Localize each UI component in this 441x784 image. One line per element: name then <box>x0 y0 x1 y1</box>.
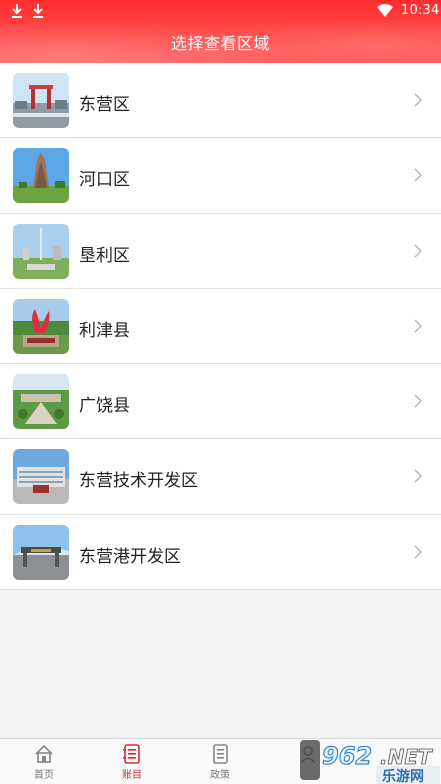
page-title: 选择查看区域 <box>170 34 270 53</box>
site-watermark-logo: 962 .NET 乐游网 <box>300 740 440 784</box>
ledger-icon <box>123 744 140 764</box>
tab-label: 账目 <box>122 770 142 781</box>
chevron-right-icon <box>414 394 422 408</box>
region-thumbnail <box>13 524 69 580</box>
svg-text:乐游网: 乐游网 <box>382 768 424 784</box>
list-item-region[interactable]: 利津县 <box>0 288 441 365</box>
chevron-right-icon <box>414 168 422 182</box>
plaza-photo-icon <box>13 223 69 279</box>
chevron-right-icon <box>414 244 422 258</box>
download-icon <box>12 4 22 18</box>
wifi-icon <box>377 4 393 17</box>
tab-policy[interactable]: 政策 <box>176 739 264 784</box>
home-icon <box>35 744 53 763</box>
region-label: 东营区 <box>79 95 130 115</box>
region-thumbnail <box>13 449 69 505</box>
park-photo-icon <box>13 374 69 430</box>
list-item-region[interactable]: 东营港开发区 <box>0 514 441 591</box>
tab-home[interactable]: 首页 <box>0 739 88 784</box>
status-bar: 10:34 <box>0 0 441 24</box>
status-time: 10:34 <box>401 3 440 18</box>
chevron-right-icon <box>414 545 422 559</box>
list-item-region[interactable]: 东营区 <box>0 63 441 139</box>
city-photo-icon <box>13 73 69 128</box>
region-label: 广饶县 <box>79 396 130 417</box>
region-thumbnail <box>13 374 69 430</box>
list-item-region[interactable]: 河口区 <box>0 138 441 214</box>
region-thumbnail <box>13 298 69 354</box>
document-icon <box>213 744 228 764</box>
region-thumbnail <box>13 148 69 204</box>
region-label: 垦利区 <box>79 245 130 266</box>
list-item-region[interactable]: 东营技术开发区 <box>0 439 441 515</box>
building-photo-icon <box>13 449 69 505</box>
list-item-region[interactable]: 广饶县 <box>0 364 441 440</box>
region-thumbnail <box>13 223 69 279</box>
region-label: 东营技术开发区 <box>79 471 198 492</box>
monument-photo-icon <box>13 148 69 204</box>
gate-photo-icon <box>13 524 69 580</box>
list-item-region[interactable]: 垦利区 <box>0 213 441 289</box>
region-thumbnail <box>13 73 69 128</box>
chevron-right-icon <box>414 93 422 107</box>
tab-label: 首页 <box>34 770 54 781</box>
region-label: 东营港开发区 <box>79 546 181 567</box>
region-label: 河口区 <box>79 170 130 191</box>
tab-ledger[interactable]: 账目 <box>88 739 176 784</box>
tab-label: 政策 <box>210 770 230 781</box>
region-list: 东营区 河口区 垦利区 利津县 广饶县 东营技术开发区 东营港开发区 <box>0 63 441 591</box>
region-label: 利津县 <box>79 320 130 341</box>
sculpture-photo-icon <box>13 298 69 354</box>
app-header: 10:34 选择查看区域 <box>0 0 441 63</box>
chevron-right-icon <box>414 319 422 333</box>
chevron-right-icon <box>414 469 422 483</box>
download-icon <box>33 4 43 18</box>
svg-text:.NET: .NET <box>380 745 433 769</box>
svg-text:962: 962 <box>322 742 372 770</box>
